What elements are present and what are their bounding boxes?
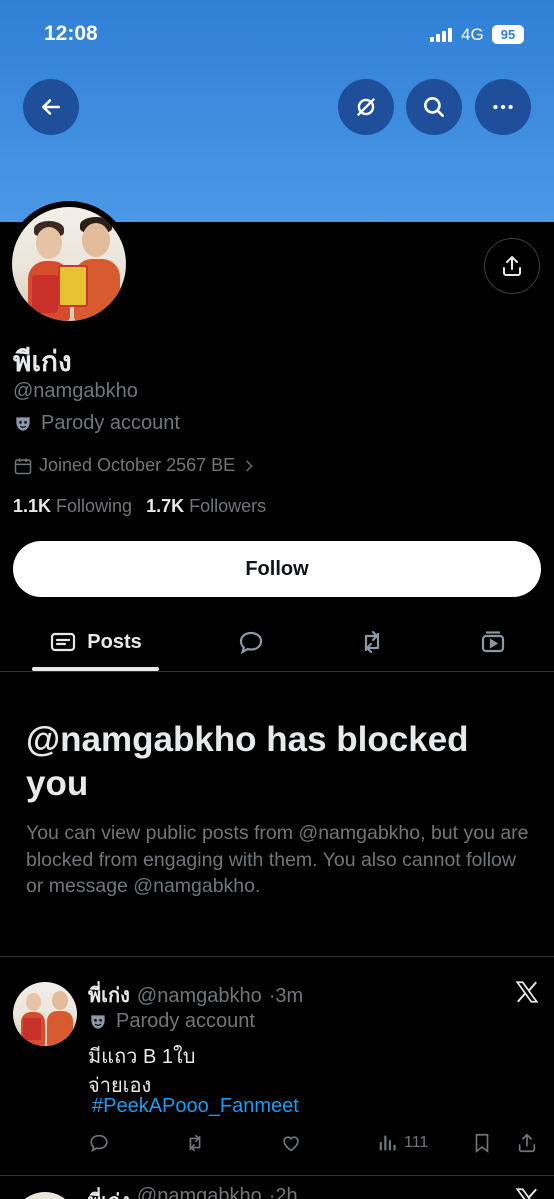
repost-icon [364,630,380,654]
share-button[interactable] [484,238,540,294]
grok-icon [357,98,375,116]
profile-handle: @namgabkho [13,380,138,402]
joined-text: Joined October 2567 BE [39,455,236,475]
post-author[interactable]: พี่เก่ง [88,979,130,1011]
heart-icon [283,1136,299,1152]
arrow-left-icon [42,99,60,115]
tab-media[interactable] [456,614,530,670]
like-button[interactable] [280,1131,302,1155]
search-icon [424,97,444,117]
active-tab-indicator [32,667,159,671]
post-time: ·2h [268,1185,298,1199]
post-item[interactable]: พี่เก่ง @namgabkho ·3m Parody account มี… [0,957,554,1175]
x-logo-icon [515,981,539,1003]
posts-icon [51,632,76,652]
reply-icon [90,1134,108,1153]
blocked-message: You can view public posts from @namgabkh… [26,822,529,897]
views-count: 111 [404,1134,429,1151]
post-author[interactable]: พี่เก่ง [88,1185,130,1199]
follow-stats: 1.1K Following 1.7K Followers [13,496,266,517]
views-icon [379,1135,396,1151]
following-count: 1.1K [13,496,52,516]
post-text-line: มีแถว B 1ใบ [88,1046,196,1068]
post-parody-label: Parody account [88,1010,255,1033]
media-icon [481,631,505,653]
mask-icon [16,416,30,431]
divider [0,1175,554,1176]
follow-button[interactable]: Follow [13,541,541,597]
status-bar: 12:08 4G 95 [0,0,554,70]
tab-replies[interactable] [214,614,288,670]
reply-button[interactable] [88,1131,110,1155]
parody-text: Parody account [41,412,180,434]
status-time: 12:08 [44,22,98,45]
post-handle[interactable]: @namgabkho [137,1185,262,1199]
repost-icon [189,1134,201,1152]
following-stat[interactable]: 1.1K Following [13,496,132,517]
display-name: พีเก่ง [13,346,72,377]
post-hashtag[interactable]: #PeekAPooo_Fanmeet [92,1095,299,1118]
joined-date[interactable]: Joined October 2567 BE [13,455,257,476]
followers-count: 1.7K [146,496,185,516]
mask-icon [91,1014,105,1029]
repost-button[interactable] [184,1131,206,1155]
blocked-title: @namgabkho has blocked you [26,720,469,803]
post-time: ·3m [268,985,304,1007]
tab-posts[interactable]: Posts [32,614,159,670]
profile-avatar[interactable] [12,207,126,321]
back-button[interactable] [23,79,79,135]
parody-label: Parody account [13,412,180,435]
followers-stat[interactable]: 1.7K Followers [146,496,266,517]
profile-tabs: Posts [0,614,554,672]
post-header: พี่เก่ง @namgabkho ·3m [88,979,303,1011]
post-avatar[interactable] [13,982,77,1046]
tab-reposts[interactable] [335,614,409,670]
post-actions: 111 [88,1131,548,1157]
calendar-icon [14,458,32,474]
post-handle[interactable]: @namgabkho [137,985,262,1008]
x-logo-icon [515,1188,537,1199]
post-parody-text: Parody account [116,1010,255,1032]
following-label: Following [56,496,133,516]
next-post-header: พี่เก่ง @namgabkho ·2h [88,1185,298,1199]
tab-posts-label: Posts [87,630,142,653]
views-button[interactable]: 111 [376,1131,428,1155]
bookmark-button[interactable] [471,1131,493,1155]
post-avatar[interactable] [13,1192,77,1199]
share-icon [518,1133,536,1153]
network-type: 4G [461,25,484,44]
grok-button[interactable] [338,79,394,135]
bookmark-icon [475,1133,489,1153]
signal-icon [430,28,454,42]
battery-icon: 95 [492,25,524,44]
more-button[interactable] [475,79,531,135]
chevron-right-icon [246,460,253,471]
replies-icon [239,631,263,655]
share-icon [503,256,521,276]
profile-avatar-frame [6,201,132,327]
followers-label: Followers [189,496,267,516]
share-post-button[interactable] [516,1131,538,1155]
more-icon [493,104,513,110]
search-button[interactable] [406,79,462,135]
